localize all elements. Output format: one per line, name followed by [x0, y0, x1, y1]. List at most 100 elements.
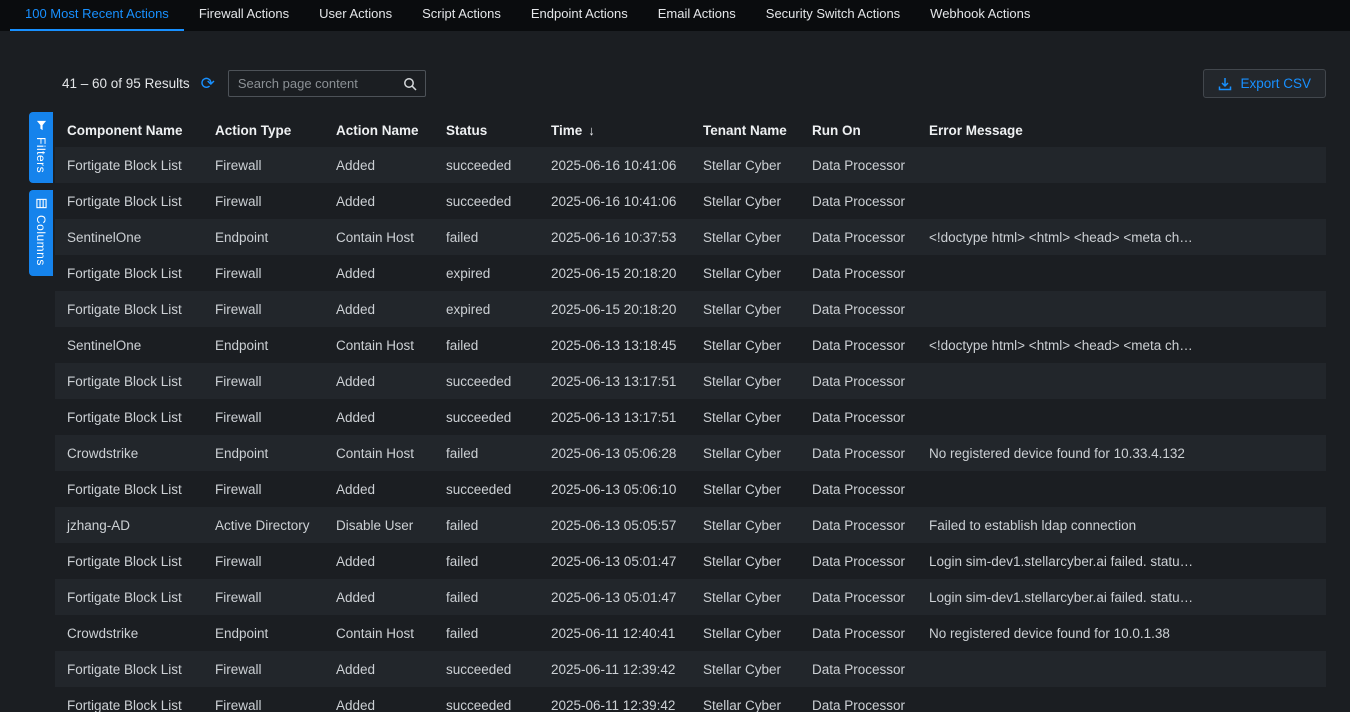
tab-email-actions[interactable]: Email Actions [643, 0, 751, 31]
table-row[interactable]: Fortigate Block ListFirewallAddedsucceed… [55, 147, 1326, 183]
search-input[interactable] [229, 76, 399, 91]
table-cell: Firewall [203, 651, 324, 687]
tab-bar: 100 Most Recent ActionsFirewall ActionsU… [0, 0, 1350, 31]
table-row[interactable]: Fortigate Block ListFirewallAddedsucceed… [55, 687, 1326, 712]
tab-script-actions[interactable]: Script Actions [407, 0, 516, 31]
column-header-action-name[interactable]: Action Name [324, 114, 434, 147]
table-cell: No registered device found for 10.33.4.1… [917, 435, 1326, 471]
table-cell: SentinelOne [55, 327, 203, 363]
table-cell: No registered device found for 10.0.1.38 [917, 615, 1326, 651]
table-cell: Stellar Cyber [691, 507, 800, 543]
table-cell: Contain Host [324, 435, 434, 471]
table-cell: Stellar Cyber [691, 399, 800, 435]
table-row[interactable]: CrowdstrikeEndpointContain Hostfailed202… [55, 435, 1326, 471]
table-cell: Stellar Cyber [691, 219, 800, 255]
column-header-run-on[interactable]: Run On [800, 114, 917, 147]
table-cell: Data Processor [800, 651, 917, 687]
table-row[interactable]: SentinelOneEndpointContain Hostfailed202… [55, 219, 1326, 255]
table-row[interactable]: Fortigate Block ListFirewallAddedsucceed… [55, 471, 1326, 507]
table-cell: failed [434, 327, 539, 363]
table-cell: Data Processor [800, 471, 917, 507]
search-icon[interactable] [399, 77, 425, 91]
table-cell: Added [324, 471, 434, 507]
table-cell: Stellar Cyber [691, 291, 800, 327]
table-row[interactable]: Fortigate Block ListFirewallAddedsucceed… [55, 399, 1326, 435]
table-row[interactable]: Fortigate Block ListFirewallAddedfailed2… [55, 543, 1326, 579]
table-cell: Contain Host [324, 615, 434, 651]
table-cell: Stellar Cyber [691, 615, 800, 651]
table-cell: Failed to establish ldap connection [917, 507, 1326, 543]
column-header-label: Action Type [215, 123, 291, 138]
table-cell: Data Processor [800, 183, 917, 219]
tab-webhook-actions[interactable]: Webhook Actions [915, 0, 1045, 31]
table-cell: 2025-06-11 12:40:41 [539, 615, 691, 651]
table-cell: Fortigate Block List [55, 543, 203, 579]
tab-firewall-actions[interactable]: Firewall Actions [184, 0, 304, 31]
refresh-icon[interactable]: ⟳ [201, 75, 215, 92]
table-cell: Added [324, 651, 434, 687]
filters-side-tab-label: Filters [34, 137, 48, 173]
tab-100-most-recent-actions[interactable]: 100 Most Recent Actions [10, 0, 184, 31]
table-cell: succeeded [434, 399, 539, 435]
table-cell: succeeded [434, 651, 539, 687]
table-cell: 2025-06-13 05:01:47 [539, 579, 691, 615]
column-header-label: Tenant Name [703, 123, 787, 138]
export-csv-button[interactable]: Export CSV [1203, 69, 1326, 98]
table-cell: Added [324, 543, 434, 579]
table-cell: Endpoint [203, 435, 324, 471]
table-row[interactable]: CrowdstrikeEndpointContain Hostfailed202… [55, 615, 1326, 651]
table-cell: Firewall [203, 255, 324, 291]
table-cell: Firewall [203, 543, 324, 579]
tab-endpoint-actions[interactable]: Endpoint Actions [516, 0, 643, 31]
table-cell: Added [324, 579, 434, 615]
table-cell: Fortigate Block List [55, 687, 203, 712]
table-cell: Fortigate Block List [55, 183, 203, 219]
results-count: 41 – 60 of 95 Results [62, 76, 190, 91]
table-cell: Data Processor [800, 291, 917, 327]
table-cell: Stellar Cyber [691, 687, 800, 712]
column-header-tenant-name[interactable]: Tenant Name [691, 114, 800, 147]
table-row[interactable]: Fortigate Block ListFirewallAddedsucceed… [55, 651, 1326, 687]
table-cell: Data Processor [800, 543, 917, 579]
table-row[interactable]: SentinelOneEndpointContain Hostfailed202… [55, 327, 1326, 363]
table-cell: failed [434, 615, 539, 651]
table-cell: Crowdstrike [55, 435, 203, 471]
column-header-error-message[interactable]: Error Message [917, 114, 1326, 147]
table-cell: Added [324, 363, 434, 399]
table-row[interactable]: Fortigate Block ListFirewallAddedfailed2… [55, 579, 1326, 615]
table-cell: Endpoint [203, 615, 324, 651]
table-cell: Added [324, 687, 434, 712]
table-cell [917, 363, 1326, 399]
table-row[interactable]: jzhang-ADActive DirectoryDisable Userfai… [55, 507, 1326, 543]
table-cell: Added [324, 147, 434, 183]
table-cell: Firewall [203, 183, 324, 219]
filters-side-tab[interactable]: Filters [29, 112, 53, 183]
table-cell: Added [324, 399, 434, 435]
columns-side-tab[interactable]: Columns [29, 190, 53, 276]
table-cell: Firewall [203, 399, 324, 435]
table-cell: 2025-06-15 20:18:20 [539, 255, 691, 291]
table-cell: expired [434, 291, 539, 327]
table-cell [917, 471, 1326, 507]
tab-user-actions[interactable]: User Actions [304, 0, 407, 31]
table-row[interactable]: Fortigate Block ListFirewallAddedsucceed… [55, 363, 1326, 399]
table-row[interactable]: Fortigate Block ListFirewallAddedsucceed… [55, 183, 1326, 219]
table-cell: Data Processor [800, 579, 917, 615]
table-cell: 2025-06-11 12:39:42 [539, 651, 691, 687]
table-cell: Firewall [203, 291, 324, 327]
tab-security-switch-actions[interactable]: Security Switch Actions [751, 0, 915, 31]
columns-side-tab-label: Columns [34, 215, 48, 266]
table-row[interactable]: Fortigate Block ListFirewallAddedexpired… [55, 255, 1326, 291]
table-cell: Stellar Cyber [691, 183, 800, 219]
table-cell: Contain Host [324, 327, 434, 363]
table-cell: Data Processor [800, 435, 917, 471]
column-header-component-name[interactable]: Component Name [55, 114, 203, 147]
filter-icon [36, 120, 47, 131]
table-row[interactable]: Fortigate Block ListFirewallAddedexpired… [55, 291, 1326, 327]
column-header-time[interactable]: Time↓ [539, 114, 691, 147]
table-cell: Added [324, 255, 434, 291]
column-header-action-type[interactable]: Action Type [203, 114, 324, 147]
search-box [228, 70, 426, 97]
column-header-status[interactable]: Status [434, 114, 539, 147]
table-cell: Crowdstrike [55, 615, 203, 651]
